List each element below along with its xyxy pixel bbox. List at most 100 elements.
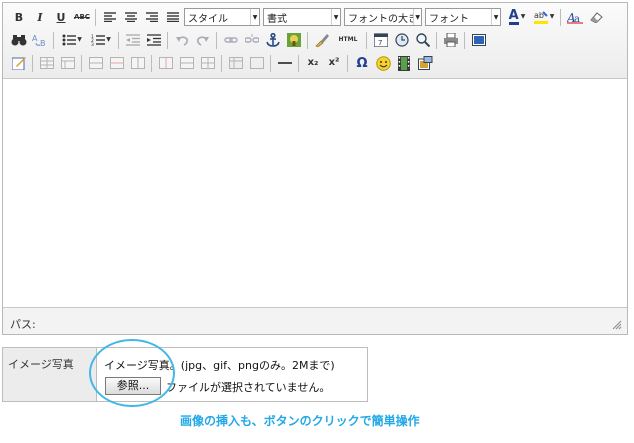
resize-grip-icon[interactable]: [612, 320, 622, 330]
align-center-button[interactable]: [121, 7, 141, 27]
italic-button[interactable]: I: [30, 7, 50, 27]
svg-text:7: 7: [378, 39, 382, 47]
cell-split-icon: [201, 57, 215, 69]
separator: [216, 31, 217, 49]
smiley-button[interactable]: [373, 53, 393, 73]
column-insert-icon: [131, 57, 145, 69]
toolbar-row-1: B I U ABC スタイル ▼ 書式 ▼ フォントの大きさ▼ フォント ▼ A▼: [9, 6, 607, 28]
row-delete-icon: [110, 57, 124, 69]
remove-format-icon: Aa: [567, 11, 583, 24]
separator: [81, 54, 82, 72]
image-button[interactable]: [284, 30, 304, 50]
image-icon: [287, 33, 301, 47]
format-select-value: 書式: [267, 13, 287, 25]
separator: [298, 54, 299, 72]
table-props-button[interactable]: [58, 53, 78, 73]
image-upload-row: イメージ写真 イメージ写真。(jpg、gif、pngのみ。2Mまで) 参照...…: [2, 347, 368, 402]
outdent-button[interactable]: [123, 30, 143, 50]
link-button[interactable]: [221, 30, 241, 50]
col-delete-button[interactable]: [156, 53, 176, 73]
redo-button[interactable]: [193, 30, 213, 50]
print-button[interactable]: [441, 30, 461, 50]
svg-text:ab: ab: [534, 11, 544, 20]
rich-text-editor: B I U ABC スタイル▼ 書式▼ フォントの大きさ▼ フォント▼ A▼: [2, 2, 628, 335]
cell-merge-button[interactable]: [177, 53, 197, 73]
row-delete-button[interactable]: [107, 53, 127, 73]
maximize-button[interactable]: [469, 30, 489, 50]
align-right-button[interactable]: [142, 7, 162, 27]
film-icon: [398, 55, 410, 71]
format-select[interactable]: 書式 ▼: [263, 8, 341, 26]
printer-icon: [444, 33, 458, 47]
table-delete-button[interactable]: [247, 53, 267, 73]
flash-button[interactable]: [394, 53, 414, 73]
horizontal-rule-icon: [278, 62, 292, 64]
paste-word-button[interactable]: [312, 30, 332, 50]
link-icon: [224, 37, 238, 43]
special-char-button[interactable]: Ω: [352, 53, 372, 73]
bold-button[interactable]: B: [9, 7, 29, 27]
row-insert-icon: [89, 57, 103, 69]
maximize-icon: [472, 34, 486, 46]
undo-button[interactable]: [172, 30, 192, 50]
font-size-select[interactable]: フォントの大きさ▼: [344, 8, 422, 26]
style-select-value: スタイル: [188, 13, 228, 25]
eraser-button[interactable]: [586, 7, 606, 27]
subscript-button[interactable]: x₂: [303, 53, 323, 73]
font-select[interactable]: フォント ▼: [425, 8, 501, 26]
bg-color-button[interactable]: ab ▼: [531, 7, 557, 27]
text-color-button[interactable]: A ▼: [504, 7, 530, 27]
table-button[interactable]: [37, 53, 57, 73]
chevron-down-icon: ▼: [106, 36, 111, 43]
zoom-button[interactable]: [413, 30, 433, 50]
style-select[interactable]: スタイル ▼: [184, 8, 260, 26]
font-select-value: フォント: [429, 13, 469, 25]
row-insert-button[interactable]: [86, 53, 106, 73]
align-left-icon: [104, 12, 116, 22]
justify-button[interactable]: [163, 7, 183, 27]
editor-content-area[interactable]: [3, 80, 627, 307]
strikethrough-button[interactable]: ABC: [72, 7, 92, 27]
col-insert-button[interactable]: [128, 53, 148, 73]
brush-icon: [315, 34, 329, 47]
cell-props-button[interactable]: [226, 53, 246, 73]
templates-button[interactable]: 7: [371, 30, 391, 50]
undo-icon: [176, 36, 188, 46]
horizontal-rule-button[interactable]: [275, 53, 295, 73]
smiley-icon: [375, 55, 391, 71]
indent-button[interactable]: [144, 30, 164, 50]
underline-button[interactable]: U: [51, 7, 71, 27]
chevron-down-icon: ▼: [491, 9, 500, 25]
unlink-icon: [245, 34, 259, 43]
replace-button[interactable]: AB: [30, 30, 50, 50]
column-delete-icon: [159, 57, 173, 69]
align-left-button[interactable]: [100, 7, 120, 27]
outdent-icon: [126, 34, 140, 46]
preview-button[interactable]: [392, 30, 412, 50]
highlight-circle: [89, 339, 175, 407]
iframe-button[interactable]: [415, 53, 435, 73]
chevron-down-icon: ▼: [77, 36, 82, 43]
redo-icon: [197, 36, 209, 46]
magnifier-icon: [416, 33, 430, 47]
bulleted-list-button[interactable]: ▼: [58, 30, 86, 50]
chevron-down-icon: ▼: [250, 9, 259, 25]
editor-toolbar: B I U ABC スタイル▼ 書式▼ フォントの大きさ▼ フォント▼ A▼: [3, 3, 627, 79]
superscript-button[interactable]: x²: [324, 53, 344, 73]
form-button[interactable]: [9, 53, 29, 73]
separator: [221, 54, 222, 72]
table-icon: [40, 57, 54, 69]
chevron-down-icon: ▼: [331, 9, 340, 25]
remove-format-button[interactable]: Aa: [565, 7, 585, 27]
text-color-icon: A: [508, 7, 519, 25]
svg-text:3: 3: [91, 42, 94, 46]
find-button[interactable]: [9, 30, 29, 50]
cell-merge-icon: [180, 57, 194, 69]
cell-split-button[interactable]: [198, 53, 218, 73]
anchor-button[interactable]: [263, 30, 283, 50]
source-button[interactable]: HTML: [333, 30, 363, 50]
toolbar-row-3: x₂ x² Ω: [9, 52, 436, 74]
numbered-list-button[interactable]: 1 2 3 ▼: [87, 30, 115, 50]
unlink-button[interactable]: [242, 30, 262, 50]
editor-status-bar: パス:: [3, 307, 627, 334]
